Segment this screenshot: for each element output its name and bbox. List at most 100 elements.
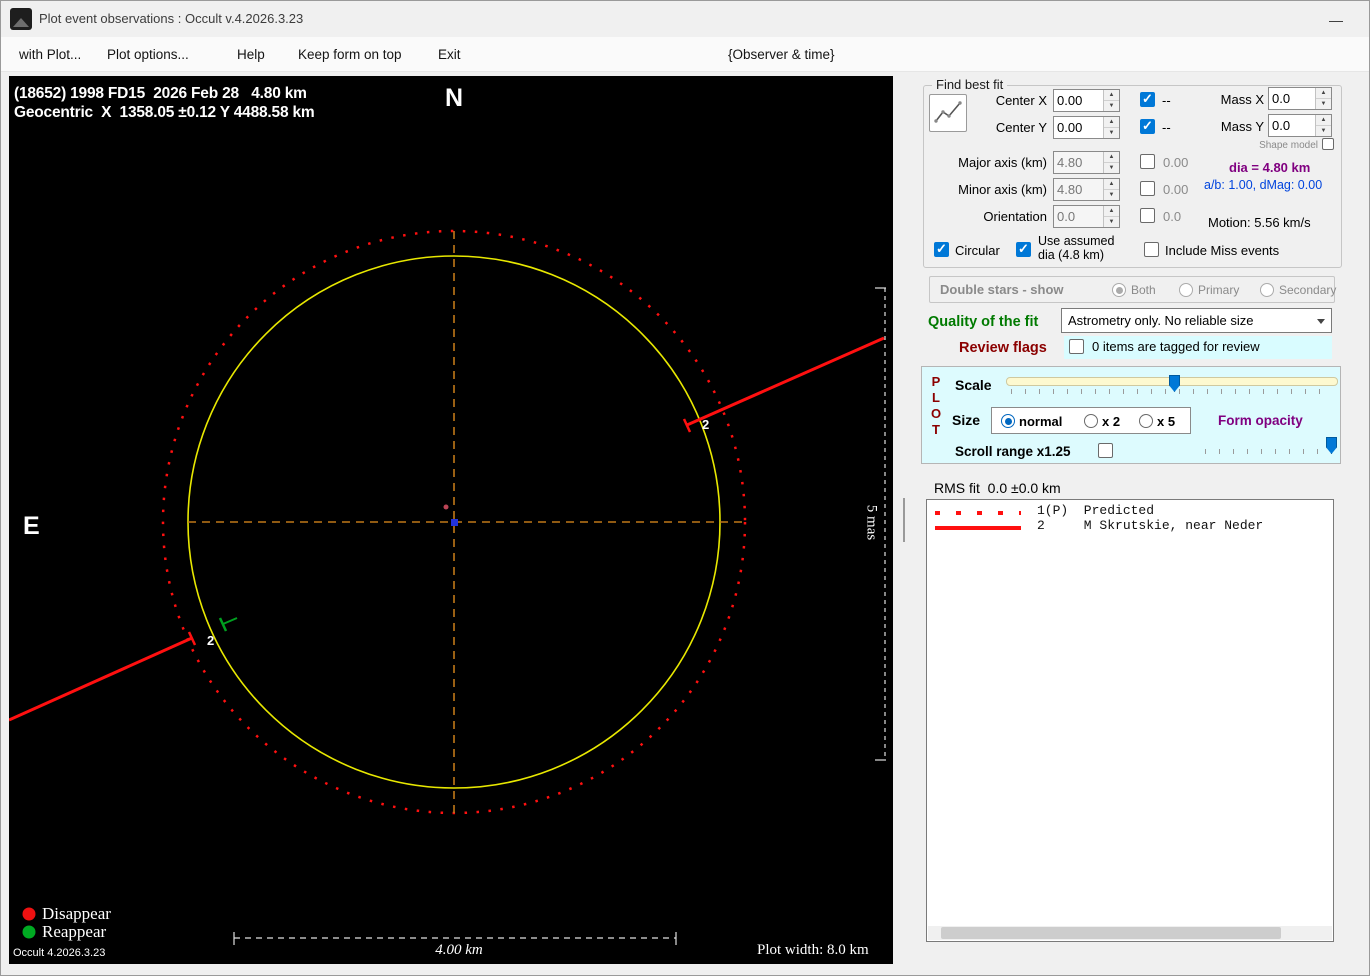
disappear-legend-dot [22, 907, 36, 921]
menu-plot-options[interactable]: Plot options... [107, 37, 189, 72]
scale-slider-ticks [1011, 389, 1333, 394]
size-normal-radio[interactable] [1001, 414, 1015, 428]
mass-x-input[interactable] [1269, 88, 1315, 109]
scroll-range-checkbox[interactable] [1098, 443, 1113, 458]
orientation-input[interactable] [1054, 206, 1103, 227]
titlebar: Plot event observations : Occult v.4.202… [1, 1, 1369, 37]
legend-disappear-label: Disappear [42, 904, 111, 923]
major-axis-spin-arrows[interactable]: ▲ ▼ [1103, 152, 1119, 173]
right-panel: Find best fit Center X ▲▼ -- Mass X ▲▼ C… [916, 76, 1368, 971]
plot-graphics [9, 229, 886, 945]
reappear-legend-dot [22, 925, 36, 939]
shape-model-checkbox[interactable] [1322, 138, 1334, 150]
observed-line-sample [935, 526, 1021, 530]
minor-axis-sigma: 0.00 [1163, 182, 1189, 197]
size-x5-radio[interactable] [1139, 414, 1153, 428]
minor-axis-checkbox[interactable] [1140, 181, 1155, 196]
menu-keep-on-top[interactable]: Keep form on top [298, 37, 402, 72]
double-stars-both-radio[interactable] [1112, 283, 1126, 297]
center-x-spinner[interactable]: ▲▼ [1053, 89, 1120, 112]
mass-x-label: Mass X [1220, 92, 1264, 107]
orientation-label: Orientation [983, 209, 1047, 224]
offset-dot [443, 504, 449, 510]
observations-listbox[interactable]: 1(P) Predicted 2 M Skrutskie, near Neder [926, 499, 1334, 942]
predicted-line-sample [935, 511, 1021, 515]
listbox-scrollbar-thumb[interactable] [941, 927, 1281, 939]
legend-reappear-label: Reappear [42, 922, 107, 941]
listbox-horizontal-scrollbar[interactable] [928, 926, 1332, 940]
double-stars-both-label: Both [1131, 283, 1156, 297]
fit-chart-button[interactable] [929, 94, 967, 132]
ab-dmag-label: a/b: 1.00, dMag: 0.00 [1204, 178, 1323, 192]
form-opacity-label: Form opacity [1218, 413, 1303, 428]
mass-y-input[interactable] [1269, 115, 1315, 136]
mass-y-spin-arrows[interactable]: ▲ ▼ [1315, 115, 1331, 136]
orientation-spinner[interactable]: ▲▼ [1053, 205, 1120, 228]
use-assumed-label: Use assumed dia (4.8 km) [1038, 234, 1115, 262]
chord-lower-number: 2 [207, 633, 215, 648]
review-flags-checkbox[interactable] [1069, 339, 1084, 354]
panel-splitter[interactable] [903, 498, 905, 542]
plot-letter-l: L [932, 390, 940, 405]
size-label: Size [952, 412, 981, 428]
minor-axis-spin-arrows[interactable]: ▲ ▼ [1103, 179, 1119, 200]
plot-header-line2: Geocentric X 1358.05 ±0.12 Y 4488.58 km [14, 104, 315, 121]
review-flags-label: Review flags [959, 340, 1047, 356]
center-y-input[interactable] [1054, 117, 1103, 138]
menu-exit[interactable]: Exit [438, 37, 461, 72]
orientation-spin-arrows[interactable]: ▲ ▼ [1103, 206, 1119, 227]
include-miss-checkbox[interactable] [1144, 242, 1159, 257]
shape-model-label: Shape model [1259, 140, 1318, 151]
center-y-spin-arrows[interactable]: ▲ ▼ [1103, 117, 1119, 138]
mass-x-spinner[interactable]: ▲▼ [1268, 87, 1332, 110]
chevron-down-icon [1317, 319, 1325, 324]
double-stars-primary-radio[interactable] [1179, 283, 1193, 297]
circular-checkbox[interactable] [934, 241, 949, 257]
size-x2-radio[interactable] [1084, 414, 1098, 428]
plot-version-label: Occult 4.2026.3.23 [13, 947, 106, 959]
dia-label: dia = 4.80 km [1229, 160, 1311, 175]
double-stars-title: Double stars - show [940, 282, 1064, 297]
plot-controls-panel: P L O T Scale Size normal x 2 x 5 Form o… [921, 366, 1341, 464]
observer-time-label[interactable]: {Observer & time} [728, 37, 835, 72]
minor-axis-input[interactable] [1054, 179, 1103, 200]
major-axis-input[interactable] [1054, 152, 1103, 173]
minor-axis-spinner[interactable]: ▲▼ [1053, 178, 1120, 201]
plot-canvas[interactable]: (18652) 1998 FD15 2026 Feb 28 4.80 km Ge… [9, 76, 893, 964]
reappear-tick [218, 617, 228, 632]
form-opacity-slider-ticks [1205, 449, 1335, 454]
center-y-spinner[interactable]: ▲▼ [1053, 116, 1120, 139]
major-axis-checkbox[interactable] [1140, 154, 1155, 169]
form-opacity-slider[interactable] [1200, 437, 1340, 459]
center-x-input[interactable] [1054, 90, 1103, 111]
plot-header-line1: (18652) 1998 FD15 2026 Feb 28 4.80 km [14, 85, 307, 102]
chord-lower [9, 636, 193, 722]
double-stars-secondary-radio[interactable] [1260, 283, 1274, 297]
quality-fit-dropdown[interactable]: Astrometry only. No reliable size [1061, 308, 1332, 333]
plot-letter-p: P [931, 374, 941, 389]
menu-help[interactable]: Help [237, 37, 265, 72]
use-assumed-checkbox[interactable] [1016, 241, 1031, 257]
east-label: E [23, 512, 40, 540]
size-x2-label: x 2 [1102, 414, 1121, 429]
minimize-button[interactable]: — [1313, 8, 1359, 32]
center-x-checkbox[interactable] [1140, 91, 1155, 107]
mass-x-spin-arrows[interactable]: ▲ ▼ [1315, 88, 1331, 109]
center-x-dash: -- [1162, 93, 1171, 108]
orientation-checkbox[interactable] [1140, 208, 1155, 223]
observation-text: 1(P) Predicted [1037, 503, 1155, 518]
major-axis-spinner[interactable]: ▲▼ [1053, 151, 1120, 174]
find-best-fit-title: Find best fit [932, 77, 1008, 92]
scale-slider[interactable] [1006, 375, 1338, 397]
plot-letter-t: T [932, 422, 940, 437]
plot-width-label: Plot width: 8.0 km [757, 942, 869, 958]
reappear-tail [222, 617, 238, 625]
center-x-label: Center X [995, 93, 1047, 108]
mass-y-spinner[interactable]: ▲▼ [1268, 114, 1332, 137]
rms-fit-label: RMS fit 0.0 ±0.0 km [934, 480, 1061, 496]
observation-row-chord2[interactable]: 2 M Skrutskie, near Neder [927, 518, 1333, 536]
center-y-checkbox[interactable] [1140, 118, 1155, 134]
minor-axis-label: Minor axis (km) [958, 182, 1047, 197]
menu-with-plot[interactable]: with Plot... [19, 37, 81, 72]
center-x-spin-arrows[interactable]: ▲ ▼ [1103, 90, 1119, 111]
